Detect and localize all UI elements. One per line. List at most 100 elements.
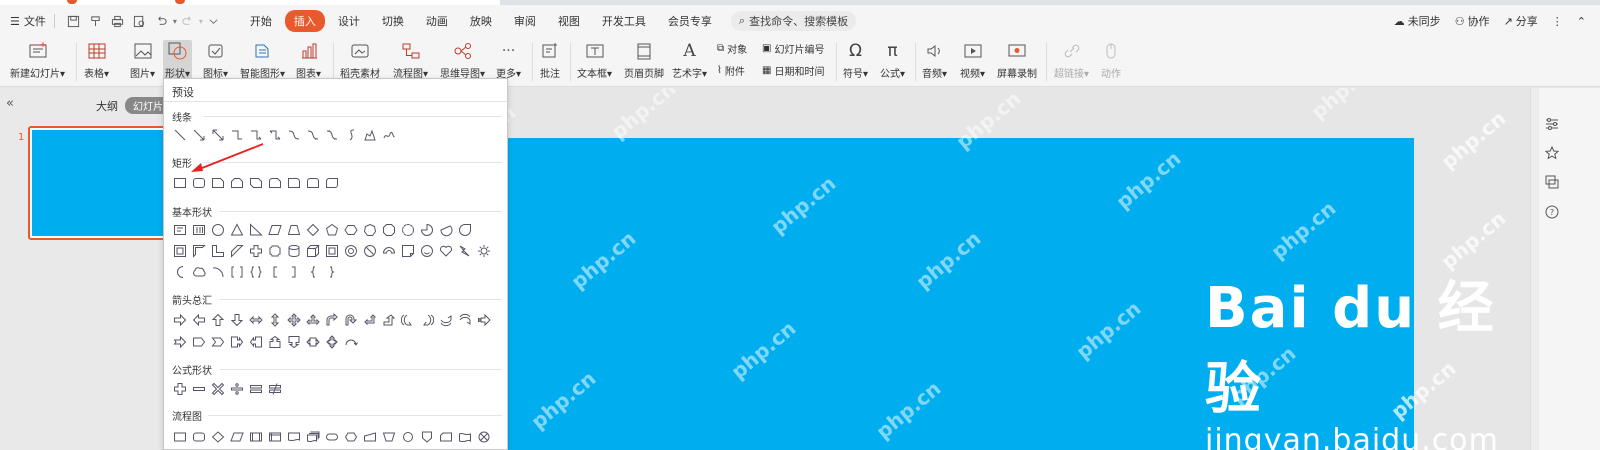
left-arrow-callout-shape[interactable] <box>248 334 264 350</box>
bent-arrow-shape[interactable] <box>324 312 340 328</box>
heart-shape[interactable] <box>438 243 454 259</box>
flowchart-button[interactable]: 流程图▾ <box>393 40 428 80</box>
lightning-bolt-shape[interactable] <box>457 243 473 259</box>
half-frame-shape[interactable] <box>191 243 207 259</box>
round-same-side-rectangle-shape[interactable] <box>305 175 321 191</box>
material-button[interactable]: 稻壳素材 <box>340 40 380 80</box>
new-slide-button[interactable]: 新建幻灯片▾ <box>10 40 65 80</box>
left-right-arrow-callout-shape[interactable] <box>305 334 321 350</box>
teardrop-shape[interactable] <box>457 222 473 238</box>
collapse-panel-icon[interactable]: « <box>6 96 14 111</box>
up-down-arrow-shape[interactable] <box>267 312 283 328</box>
flowchart-connector-shape[interactable] <box>400 429 416 445</box>
notched-right-arrow-shape[interactable] <box>172 334 188 350</box>
cube-shape[interactable] <box>305 243 321 259</box>
pentagon-arrow-shape[interactable] <box>191 334 207 350</box>
redo-icon[interactable] <box>180 13 196 29</box>
file-menu[interactable]: ☰ 文件 <box>10 13 46 29</box>
tab-design[interactable]: 设计 <box>329 10 369 32</box>
tab-member[interactable]: 会员专享 <box>659 10 721 32</box>
collapse-ribbon-icon[interactable]: ⌃ <box>1577 15 1586 28</box>
flowchart-offpage-connector-shape[interactable] <box>419 429 435 445</box>
multiply-shape[interactable] <box>210 381 226 397</box>
chevron-shape[interactable] <box>210 334 226 350</box>
curved-up-arrow-shape[interactable] <box>438 312 454 328</box>
trapezoid-shape[interactable] <box>286 222 302 238</box>
bevel-shape[interactable] <box>324 243 340 259</box>
flowchart-alternate-process-shape[interactable] <box>191 429 207 445</box>
shape-button[interactable]: 形状▾ <box>163 40 193 80</box>
can-shape[interactable] <box>286 243 302 259</box>
down-arrow-callout-shape[interactable] <box>286 334 302 350</box>
flowchart-punched-tape-shape[interactable] <box>457 429 473 445</box>
animation-icon[interactable] <box>1544 145 1560 161</box>
smiley-face-shape[interactable] <box>419 243 435 259</box>
no-symbol-shape[interactable] <box>362 243 378 259</box>
flowchart-manual-input-shape[interactable] <box>362 429 378 445</box>
flowchart-preparation-shape[interactable] <box>343 429 359 445</box>
double-brace-shape[interactable] <box>248 264 264 280</box>
donut-shape[interactable] <box>343 243 359 259</box>
tab-home[interactable]: 开始 <box>241 10 281 32</box>
heptagon-shape[interactable] <box>362 222 378 238</box>
quad-arrow-callout-shape[interactable] <box>324 334 340 350</box>
sync-status-button[interactable]: ☁ 未同步 <box>1394 13 1441 29</box>
plaque-shape[interactable] <box>267 243 283 259</box>
datetime-button[interactable]: ▦ 日期和时间 <box>762 63 824 78</box>
left-arrow-shape[interactable] <box>191 312 207 328</box>
redo-dropdown-icon[interactable]: ▾ <box>199 17 203 26</box>
frame-shape[interactable] <box>172 243 188 259</box>
striped-right-arrow-shape[interactable] <box>476 312 492 328</box>
u-turn-arrow-shape[interactable] <box>343 312 359 328</box>
tab-review[interactable]: 审阅 <box>505 10 545 32</box>
freeform-shape[interactable] <box>362 127 378 143</box>
audio-button[interactable]: 音频▾ <box>922 40 947 80</box>
oval-shape[interactable] <box>210 222 226 238</box>
curved-double-arrow-connector-shape[interactable] <box>324 127 340 143</box>
tab-animations[interactable]: 动画 <box>417 10 457 32</box>
slide-number-button[interactable]: ▣ 幻灯片编号 <box>762 41 824 56</box>
icon-button[interactable]: 图标▾ <box>203 40 228 80</box>
equal-shape[interactable] <box>248 381 264 397</box>
left-brace-shape[interactable] <box>305 264 321 280</box>
transition-icon[interactable] <box>1544 174 1560 190</box>
flowchart-decision-shape[interactable] <box>210 429 226 445</box>
text-box-shape[interactable] <box>172 222 188 238</box>
bent-up-arrow-shape[interactable] <box>381 312 397 328</box>
header-footer-button[interactable]: 页眉页脚 <box>624 40 664 80</box>
screen-record-button[interactable]: 屏幕录制 <box>997 40 1037 80</box>
format-painter-icon[interactable] <box>88 13 104 29</box>
attachment-button[interactable]: ⌇ 附件 <box>717 63 745 78</box>
slide-thumbnail[interactable] <box>28 126 168 240</box>
not-equal-shape[interactable] <box>267 381 283 397</box>
round-single-corner-rectangle-shape[interactable] <box>286 175 302 191</box>
help-icon[interactable]: ? <box>1544 204 1560 220</box>
circular-arrow-shape[interactable] <box>343 334 359 350</box>
flowchart-predefined-process-shape[interactable] <box>248 429 264 445</box>
folded-corner-shape[interactable] <box>400 243 416 259</box>
diamond-shape[interactable] <box>305 222 321 238</box>
right-bracket-shape[interactable] <box>286 264 302 280</box>
minus-shape[interactable] <box>191 381 207 397</box>
left-right-up-arrow-shape[interactable] <box>305 312 321 328</box>
curved-connector-shape[interactable] <box>286 127 302 143</box>
left-bracket-shape[interactable] <box>267 264 283 280</box>
chart-button[interactable]: 图表▾ <box>296 40 321 80</box>
print-preview-icon[interactable] <box>132 13 148 29</box>
picture-button[interactable]: 图片▾ <box>130 40 155 80</box>
up-arrow-shape[interactable] <box>210 312 226 328</box>
hyperlink-button[interactable]: 超链接▾ <box>1054 40 1089 80</box>
command-search[interactable]: ⌕ 查找命令、搜索模板 <box>730 11 857 31</box>
decagon-shape[interactable] <box>400 222 416 238</box>
flowchart-data-shape[interactable] <box>229 429 245 445</box>
cross-shape[interactable] <box>248 243 264 259</box>
curved-left-arrow-shape[interactable] <box>419 312 435 328</box>
octagon-shape[interactable] <box>381 222 397 238</box>
moon-shape[interactable] <box>172 264 188 280</box>
pie-shape[interactable] <box>419 222 435 238</box>
curved-arrow-connector-shape[interactable] <box>305 127 321 143</box>
curved-right-arrow-shape[interactable] <box>400 312 416 328</box>
save-icon[interactable] <box>66 13 82 29</box>
arc-shape[interactable] <box>210 264 226 280</box>
hexagon-shape[interactable] <box>343 222 359 238</box>
